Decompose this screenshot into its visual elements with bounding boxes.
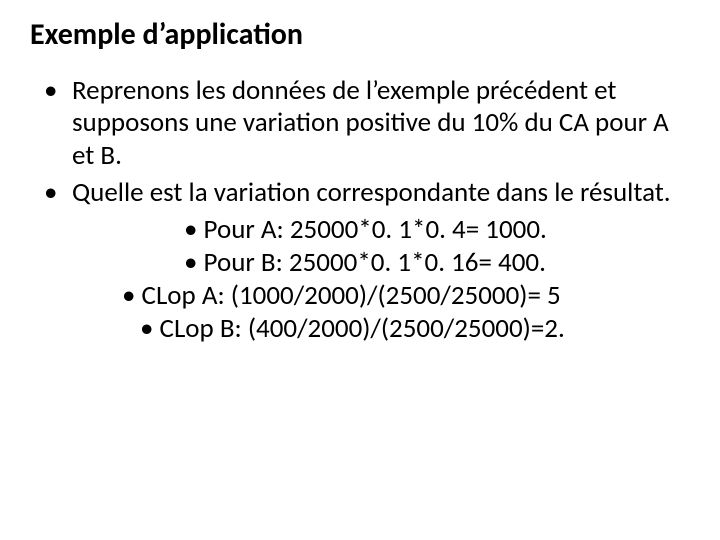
- sub-bullet-clop-a: • CLop A: (1000/2000)/(2500/25000)= 5: [72, 280, 690, 313]
- sub-bullet-clop-b: • CLop B: (400/2000)/(2500/25000)=2.: [72, 313, 690, 346]
- bullet-list: Reprenons les données de l’exemple précé…: [30, 75, 690, 347]
- sub-bullet-pour-a: • Pour A: 25000*0. 1*0. 4= 1000.: [72, 214, 690, 247]
- bullet-text-2: Quelle est la variation correspondante d…: [72, 176, 671, 209]
- sub-bullet-pour-b: • Pour B: 25000*0. 1*0. 16= 400.: [72, 247, 690, 280]
- sub-bullet-group: • Pour A: 25000*0. 1*0. 4= 1000. • Pour …: [72, 214, 690, 346]
- bullet-item-1: Reprenons les données de l’exemple précé…: [44, 75, 690, 174]
- bullet-item-2: Quelle est la variation correspondante d…: [44, 177, 690, 346]
- bullet-text-1: Reprenons les données de l’exemple précé…: [72, 74, 669, 173]
- slide: Exemple d’application Reprenons les donn…: [0, 0, 720, 540]
- slide-title: Exemple d’application: [30, 18, 690, 53]
